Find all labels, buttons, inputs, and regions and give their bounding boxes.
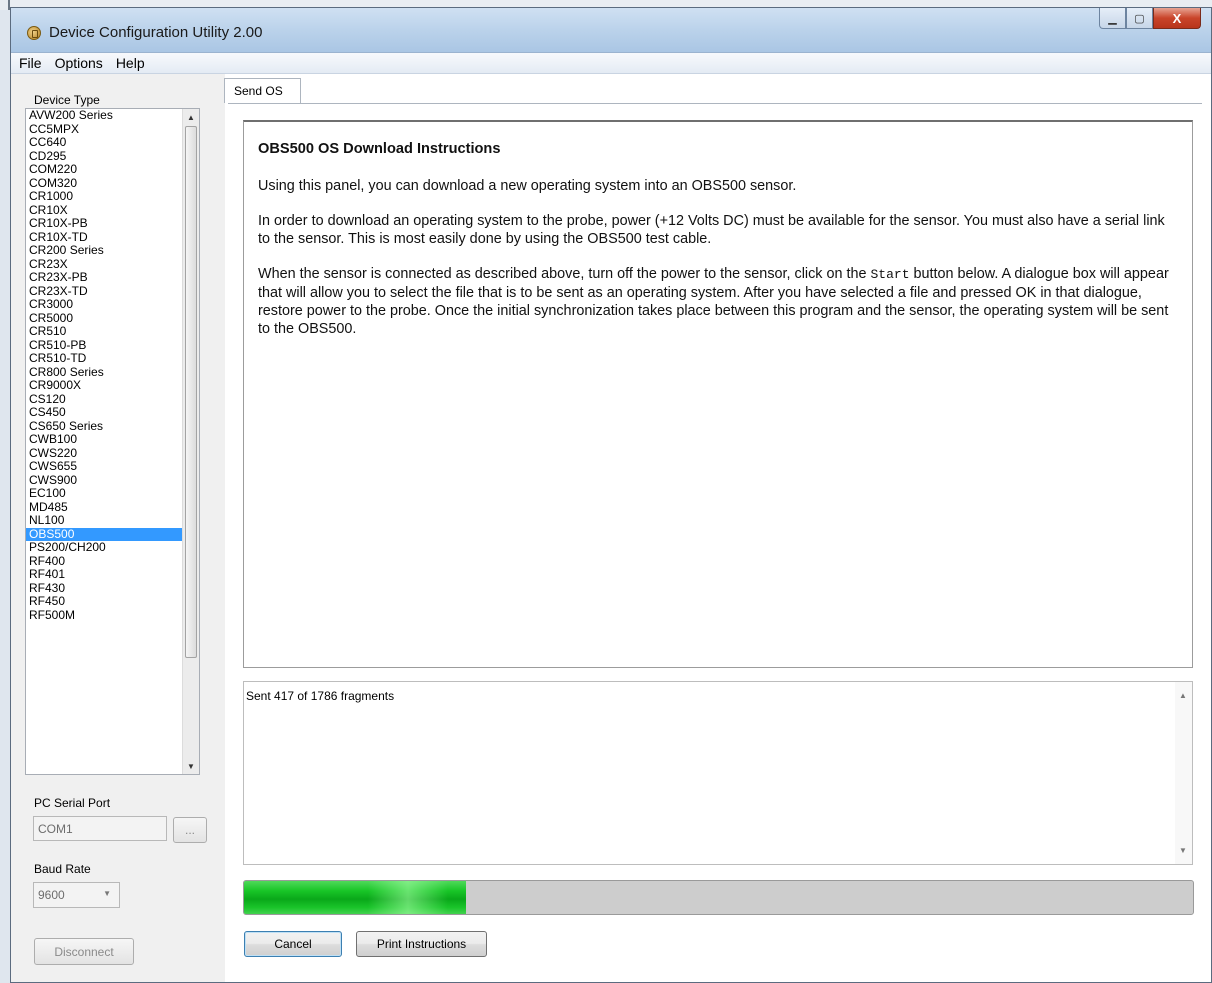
device-list-item[interactable]: CR510-PB bbox=[26, 338, 199, 353]
log-scroll-up-icon[interactable]: ▲ bbox=[1179, 691, 1187, 700]
device-list-item[interactable]: CWS900 bbox=[26, 473, 199, 488]
device-list-item[interactable]: CS450 bbox=[26, 405, 199, 420]
app-icon bbox=[27, 26, 41, 40]
close-icon: X bbox=[1172, 10, 1182, 26]
window-controls: ▁ ▢ X bbox=[1099, 8, 1201, 30]
device-list-item[interactable]: CR510 bbox=[26, 324, 199, 339]
device-list-item[interactable]: RF401 bbox=[26, 567, 199, 582]
tab-send-os[interactable]: Send OS bbox=[224, 78, 301, 103]
baud-rate-value: 9600 bbox=[38, 888, 65, 902]
serial-port-field[interactable]: COM1 bbox=[33, 816, 167, 841]
device-list-item[interactable]: CC5MPX bbox=[26, 122, 199, 137]
device-list-item[interactable]: CR10X-TD bbox=[26, 230, 199, 245]
device-list-item[interactable]: CS650 Series bbox=[26, 419, 199, 434]
device-list-scrollbar[interactable]: ▲ ▼ bbox=[182, 109, 199, 774]
menu-bar: File Options Help bbox=[11, 53, 1211, 74]
status-log[interactable]: Sent 417 of 1786 fragments ▲ ▼ bbox=[243, 681, 1193, 865]
start-keyword: Start bbox=[870, 267, 910, 282]
scroll-up-icon[interactable]: ▲ bbox=[183, 109, 199, 125]
progress-fill bbox=[244, 881, 466, 914]
device-list-item[interactable]: CD295 bbox=[26, 149, 199, 164]
maximize-button[interactable]: ▢ bbox=[1126, 8, 1153, 29]
device-list-item[interactable]: CR1000 bbox=[26, 189, 199, 204]
menu-options[interactable]: Options bbox=[55, 55, 103, 71]
device-list-item[interactable]: AVW200 Series bbox=[26, 109, 199, 123]
device-list-item[interactable]: CWB100 bbox=[26, 432, 199, 447]
instructions-panel: OBS500 OS Download Instructions Using th… bbox=[243, 120, 1193, 668]
device-list-item[interactable]: RF430 bbox=[26, 581, 199, 596]
status-log-text: Sent 417 of 1786 fragments bbox=[246, 689, 395, 703]
device-list-item[interactable]: EC100 bbox=[26, 486, 199, 501]
device-type-label: Device Type bbox=[34, 93, 100, 107]
baud-rate-select[interactable]: 9600 ▼ bbox=[33, 882, 120, 908]
scroll-thumb[interactable] bbox=[185, 126, 197, 658]
device-list-item[interactable]: COM320 bbox=[26, 176, 199, 191]
device-list-item[interactable]: CWS220 bbox=[26, 446, 199, 461]
cancel-button[interactable]: Cancel bbox=[244, 931, 342, 957]
maximize-icon: ▢ bbox=[1134, 12, 1145, 25]
close-button[interactable]: X bbox=[1153, 8, 1201, 29]
device-list-item[interactable]: CR800 Series bbox=[26, 365, 199, 380]
device-list-item[interactable]: CR10X-PB bbox=[26, 216, 199, 231]
device-list-item[interactable]: CR510-TD bbox=[26, 351, 199, 366]
instructions-paragraph-1: Using this panel, you can download a new… bbox=[258, 178, 797, 194]
log-scrollbar[interactable]: ▲ ▼ bbox=[1175, 682, 1192, 864]
device-list-item[interactable]: RF450 bbox=[26, 594, 199, 609]
chevron-down-icon: ▼ bbox=[103, 889, 111, 898]
device-list-item[interactable]: MD485 bbox=[26, 500, 199, 515]
menu-file[interactable]: File bbox=[19, 55, 42, 71]
device-list-item[interactable]: CR23X-TD bbox=[26, 284, 199, 299]
title-bar[interactable]: Device Configuration Utility 2.00 ▁ ▢ X bbox=[11, 8, 1211, 53]
minimize-icon: ▁ bbox=[1108, 12, 1117, 25]
device-list-item[interactable]: CWS655 bbox=[26, 459, 199, 474]
instructions-paragraph-3: When the sensor is connected as describe… bbox=[258, 265, 1179, 338]
device-list-items: AVW200 Series CC5MPX CC640 CD295 COM220 COM32… bbox=[26, 109, 199, 622]
disconnect-button[interactable]: Disconnect bbox=[34, 938, 134, 965]
device-list-item[interactable]: CR23X bbox=[26, 257, 199, 272]
device-list-item[interactable]: CS120 bbox=[26, 392, 199, 407]
device-list-item[interactable]: CR200 Series bbox=[26, 243, 199, 258]
scroll-down-icon[interactable]: ▼ bbox=[183, 758, 199, 774]
baud-rate-label: Baud Rate bbox=[34, 862, 91, 876]
device-list-item[interactable]: NL100 bbox=[26, 513, 199, 528]
p3-text-before: When the sensor is connected as describe… bbox=[258, 266, 871, 282]
device-type-list[interactable]: AVW200 Series CC5MPX CC640 CD295 COM220 COM32… bbox=[25, 108, 200, 775]
serial-port-label: PC Serial Port bbox=[34, 796, 111, 810]
device-list-item[interactable]: CR5000 bbox=[26, 311, 199, 326]
progress-bar bbox=[243, 880, 1194, 915]
log-scroll-down-icon[interactable]: ▼ bbox=[1179, 846, 1187, 855]
window-title: Device Configuration Utility 2.00 bbox=[49, 24, 263, 41]
print-instructions-button[interactable]: Print Instructions bbox=[356, 931, 487, 957]
instructions-paragraph-2: In order to download an operating system… bbox=[258, 213, 1165, 247]
minimize-button[interactable]: ▁ bbox=[1099, 8, 1126, 29]
instructions-heading: OBS500 OS Download Instructions bbox=[258, 141, 501, 157]
device-list-item[interactable]: CR9000X bbox=[26, 378, 199, 393]
browse-port-button[interactable]: ... bbox=[173, 817, 207, 843]
device-list-item[interactable]: RF500M bbox=[26, 608, 199, 623]
device-list-item[interactable]: COM220 bbox=[26, 162, 199, 177]
device-list-item[interactable]: CR23X-PB bbox=[26, 270, 199, 285]
device-list-item[interactable]: RF400 bbox=[26, 554, 199, 569]
menu-help[interactable]: Help bbox=[116, 55, 145, 71]
device-list-item[interactable]: CR10X bbox=[26, 203, 199, 218]
device-list-item[interactable]: PS200/CH200 bbox=[26, 540, 199, 555]
device-list-item[interactable]: OBS500 bbox=[26, 527, 199, 541]
device-list-item[interactable]: CR3000 bbox=[26, 297, 199, 312]
device-list-item[interactable]: CC640 bbox=[26, 135, 199, 150]
